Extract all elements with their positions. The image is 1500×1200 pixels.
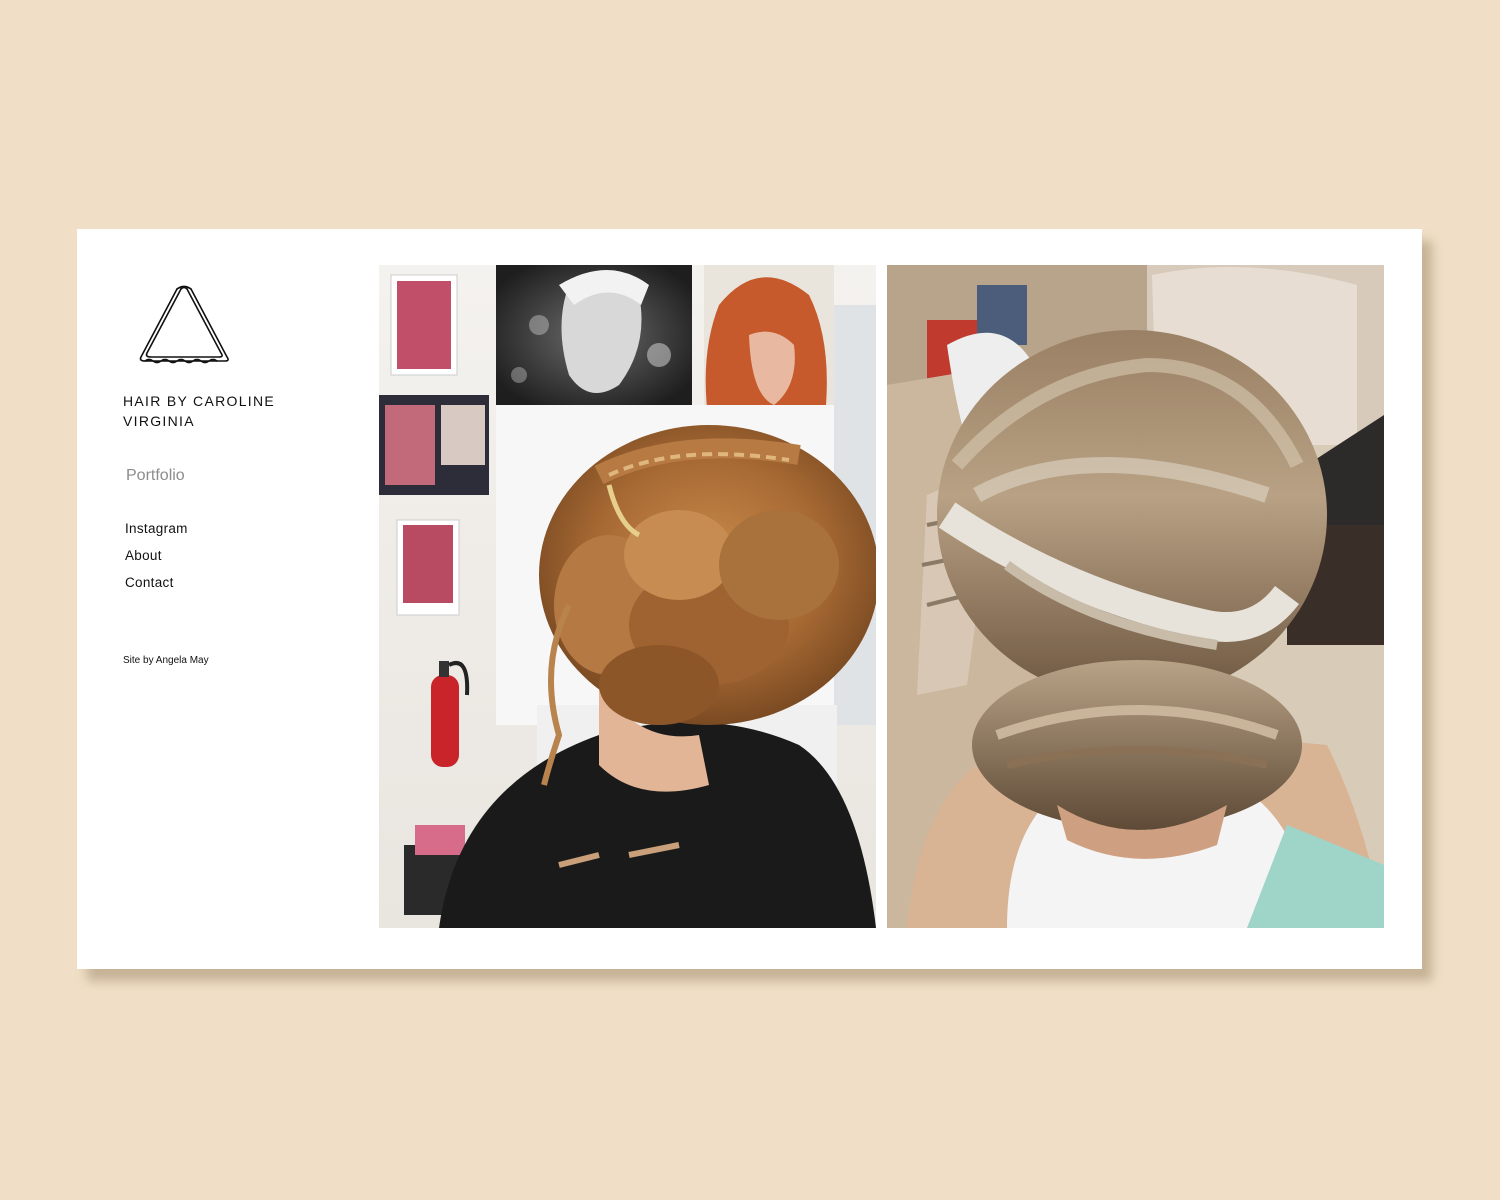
- site-title[interactable]: HAIR BY CAROLINE VIRGINIA: [123, 391, 313, 431]
- sidebar: HAIR BY CAROLINE VIRGINIA Portfolio Inst…: [77, 229, 377, 969]
- content-card: HAIR BY CAROLINE VIRGINIA Portfolio Inst…: [77, 229, 1422, 969]
- site-credit-link[interactable]: Site by Angela May: [123, 655, 209, 666]
- nav-contact[interactable]: Contact: [125, 573, 188, 600]
- nav-instagram[interactable]: Instagram: [125, 519, 188, 546]
- photo-blonde-low-bun[interactable]: [887, 265, 1384, 928]
- photo-braided-updo[interactable]: [379, 265, 876, 928]
- nav-menu: Instagram About Contact: [125, 519, 188, 600]
- nav-portfolio[interactable]: Portfolio: [126, 467, 185, 485]
- nav-about[interactable]: About: [125, 546, 188, 573]
- triangle-bobby-pins-logo[interactable]: [137, 285, 231, 365]
